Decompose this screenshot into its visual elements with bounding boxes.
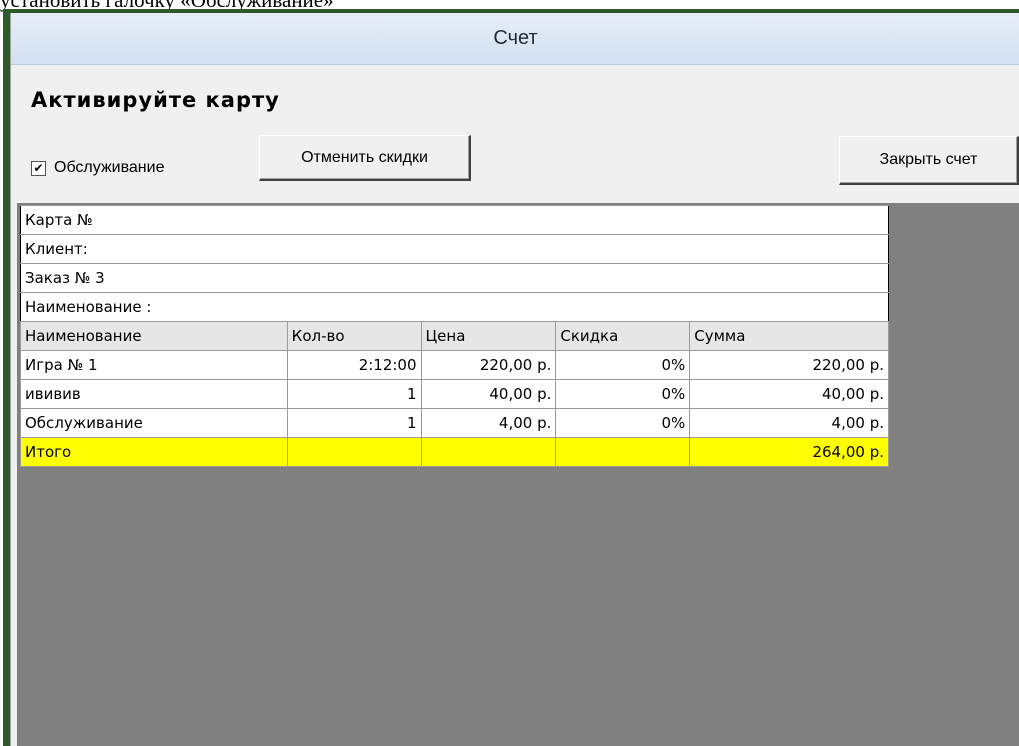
- item-quantity-cell[interactable]: 1: [286, 408, 422, 438]
- item-sum-cell[interactable]: 40,00 р.: [689, 379, 889, 409]
- item-name-cell[interactable]: Обслуживание: [20, 408, 288, 438]
- item-price-cell[interactable]: 4,00 р.: [420, 408, 557, 438]
- name-label: Наименование :: [20, 292, 889, 322]
- item-sum-cell[interactable]: 220,00 р.: [689, 350, 889, 380]
- service-checkbox-row[interactable]: ✔ Обслуживание: [31, 159, 164, 177]
- bill-window: Счет Активируйте карту ✔ Обслуживание От…: [10, 13, 1019, 746]
- table-row[interactable]: ививив 1 40,00 р. 0% 40,00 р.: [20, 379, 889, 409]
- bill-table: Карта № Клиент: Заказ № 3 Наименование :…: [20, 205, 889, 467]
- item-sum-cell[interactable]: 4,00 р.: [689, 408, 889, 438]
- client-row: Клиент:: [20, 234, 889, 264]
- item-name-cell[interactable]: ививив: [20, 379, 288, 409]
- total-empty-cell: [286, 437, 422, 467]
- table-row[interactable]: Игра № 1 2:12:00 220,00 р. 0% 220,00 р.: [20, 350, 889, 380]
- item-name-cell[interactable]: Игра № 1: [20, 350, 288, 380]
- column-header-discount: Скидка: [555, 321, 691, 351]
- table-row[interactable]: Обслуживание 1 4,00 р. 0% 4,00 р.: [20, 408, 889, 438]
- card-row: Карта №: [20, 205, 889, 235]
- item-quantity-cell[interactable]: 2:12:00: [286, 350, 422, 380]
- item-discount-cell[interactable]: 0%: [555, 379, 691, 409]
- checkmark-icon: ✔: [33, 160, 44, 175]
- column-header-sum: Сумма: [689, 321, 889, 351]
- window-title: Счет: [493, 27, 538, 49]
- cancel-discounts-button[interactable]: Отменить скидки: [259, 135, 471, 181]
- client-label: Клиент:: [20, 234, 889, 264]
- total-sum: 264,00 р.: [689, 437, 889, 467]
- service-checkbox-label[interactable]: Обслуживание: [54, 159, 164, 177]
- card-label: Карта №: [20, 205, 889, 235]
- activate-card-heading: Активируйте карту: [31, 88, 280, 112]
- close-bill-button[interactable]: Закрыть счет: [839, 136, 1019, 185]
- item-price-cell[interactable]: 220,00 р.: [420, 350, 557, 380]
- order-row: Заказ № 3: [20, 263, 889, 293]
- column-header-name: Наименование: [20, 321, 288, 351]
- item-discount-cell[interactable]: 0%: [555, 350, 691, 380]
- item-price-cell[interactable]: 40,00 р.: [420, 379, 557, 409]
- table-header-row: Наименование Кол-во Цена Скидка Сумма: [20, 321, 889, 351]
- service-checkbox[interactable]: ✔: [31, 160, 46, 176]
- name-row: Наименование :: [20, 292, 889, 322]
- item-quantity-cell[interactable]: 1: [286, 379, 422, 409]
- column-header-quantity: Кол-во: [286, 321, 422, 351]
- total-empty-cell: [420, 437, 557, 467]
- total-empty-cell: [555, 437, 691, 467]
- order-label: Заказ № 3: [20, 263, 889, 293]
- item-discount-cell[interactable]: 0%: [555, 408, 691, 438]
- column-header-price: Цена: [420, 321, 557, 351]
- title-bar[interactable]: Счет: [11, 13, 1019, 65]
- total-label: Итого: [20, 437, 288, 467]
- total-row: Итого 264,00 р.: [20, 437, 889, 467]
